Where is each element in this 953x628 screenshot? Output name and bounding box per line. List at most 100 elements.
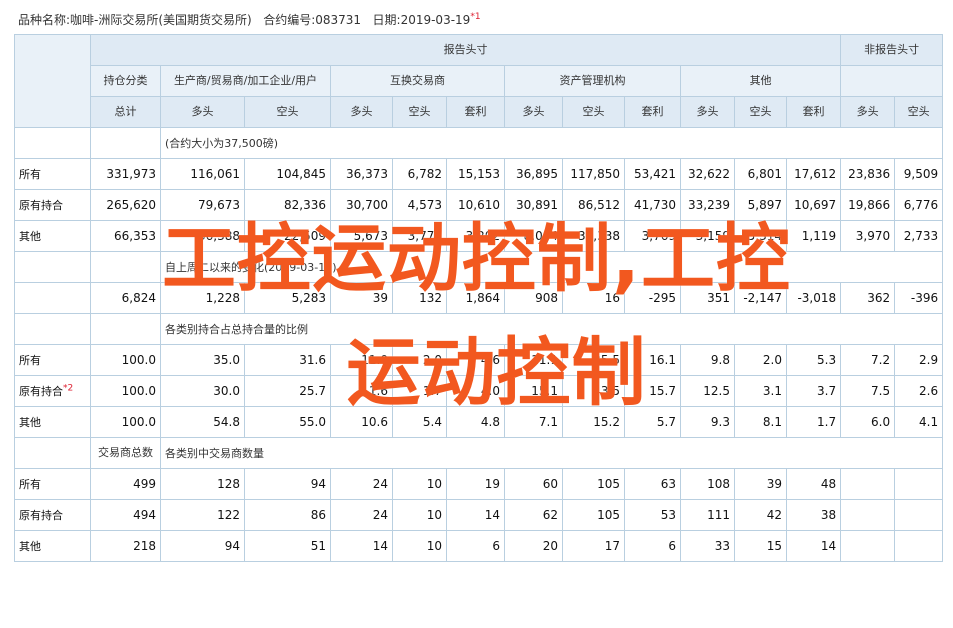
cell: 19 [446, 468, 505, 500]
cell: 32,622 [680, 158, 735, 190]
cell: 494 [90, 499, 161, 531]
report-info-line: 品种名称:咖啡-洲际交易所(美国期货交易所) 合约编号:083731 日期:20… [18, 11, 938, 28]
cell: 3,770 [392, 220, 447, 252]
nonrep-long-header: 多头 [840, 96, 896, 128]
cell: 55.0 [244, 406, 331, 438]
cell: 10 [392, 468, 447, 500]
total-header: 总计 [90, 96, 161, 128]
mm-long-header: 多头 [504, 96, 563, 128]
cell: 7.1 [504, 406, 563, 438]
table-row: 所有 331,973 116,061 104,845 36,373 6,782 15,15… [14, 158, 944, 190]
cell: 9.3 [680, 406, 735, 438]
cell: 15.1 [504, 375, 563, 407]
cell: 8.1 [734, 406, 787, 438]
cell: 30,891 [504, 189, 563, 221]
nonreportable-subheader [840, 65, 944, 97]
cell: 218 [90, 530, 161, 562]
cell: 5,314 [734, 220, 787, 252]
cot-table-container: 报告头寸 非报告头寸 持仓分类 生产商/贸易商/加工企业/用户 互换交易商 资产… [14, 34, 944, 628]
cell: 14 [330, 530, 393, 562]
cell: 16.1 [624, 344, 681, 376]
cell: 30,700 [330, 189, 393, 221]
section-spacer [90, 251, 161, 283]
cell: 20 [504, 530, 563, 562]
cell: 5,897 [734, 189, 787, 221]
cell: 4.0 [446, 375, 505, 407]
cell: 39 [734, 468, 787, 500]
cell: 2.0 [734, 344, 787, 376]
cell [894, 499, 944, 531]
cell: 3.1 [734, 375, 787, 407]
cell: 14 [785, 530, 842, 562]
cell: 31,338 [562, 220, 625, 252]
trader-count-note: 各类别中交易商数量 [159, 437, 944, 469]
cell: 6,824 [90, 282, 161, 314]
cell: 39 [330, 282, 393, 314]
other-short-header: 空头 [734, 96, 787, 128]
cell: 30.0 [160, 375, 245, 407]
row-label: 所有 [14, 158, 91, 190]
cell: 1,228 [160, 282, 245, 314]
cell: 17 [562, 530, 625, 562]
swap-spread-header: 套利 [446, 96, 505, 128]
row-label: 原有持合 [14, 499, 91, 531]
cot-table: 报告头寸 非报告头寸 持仓分类 生产商/贸易商/加工企业/用户 互换交易商 资产… [14, 34, 944, 562]
cell: 51 [244, 530, 331, 562]
position-class-header: 持仓分类 [90, 65, 161, 97]
cell: 4.8 [446, 406, 505, 438]
cell: 111 [680, 499, 735, 531]
cell: 6 [446, 530, 505, 562]
cell: 15 [734, 530, 787, 562]
cell: 62 [504, 499, 563, 531]
table-row: 所有 100.0 35.0 31.6 11.0 2.0 4.6 11.1 35.5 16.1 9.… [14, 344, 944, 376]
cell [840, 530, 896, 562]
date-footnote[interactable]: *1 [470, 12, 480, 22]
cell: 100.0 [90, 344, 161, 376]
cell: 53,421 [624, 158, 681, 190]
cell: 33 [680, 530, 735, 562]
cell: 11.1 [504, 344, 563, 376]
cell: 117,850 [562, 158, 625, 190]
table-row: 其他 218 94 51 14 10 6 20 17 6 33 15 14 [14, 530, 944, 562]
cell: 499 [90, 468, 161, 500]
cell: 362 [840, 282, 896, 314]
cell: -3,018 [785, 282, 842, 314]
header-corner [14, 34, 91, 128]
cell: 2.6 [894, 375, 944, 407]
reportable-header: 报告头寸 [89, 34, 842, 66]
contract-code: 083731 [315, 13, 362, 27]
group-swap-header: 互换交易商 [330, 65, 505, 97]
row-label: 其他 [14, 220, 91, 252]
cell: 105 [562, 499, 625, 531]
cell: 3,159 [680, 220, 735, 252]
section-spacer [14, 127, 91, 159]
cell: 38 [785, 499, 842, 531]
row-label-text: 原有持合 [19, 385, 63, 398]
row-label: 其他 [14, 530, 91, 562]
cell: -396 [894, 282, 944, 314]
cell: 35.0 [160, 344, 245, 376]
cell: 3,202 [446, 220, 505, 252]
date-label: 日期: [372, 13, 401, 27]
cell: 128 [160, 468, 245, 500]
row-footnote[interactable]: *2 [63, 383, 73, 393]
cell: 12.5 [680, 375, 735, 407]
cell: 908 [504, 282, 563, 314]
cell [840, 499, 896, 531]
cell: 100.0 [90, 375, 161, 407]
cell: 2.0 [392, 344, 447, 376]
cell: 100.0 [90, 406, 161, 438]
cell: 42 [734, 499, 787, 531]
section-spacer [90, 127, 161, 159]
cell: 9.8 [680, 344, 735, 376]
cell: 66,353 [90, 220, 161, 252]
group-managed-money-header: 资产管理机构 [504, 65, 681, 97]
cell: 36,373 [330, 158, 393, 190]
change-since-note: 自上周二以来的变化(2019-03-12) [159, 251, 944, 283]
cell: 6,782 [392, 158, 447, 190]
cell: 82,336 [244, 189, 331, 221]
cell: 11.6 [330, 375, 393, 407]
cell: 122 [160, 499, 245, 531]
cell: 10,610 [446, 189, 505, 221]
cell: 5.3 [785, 344, 842, 376]
